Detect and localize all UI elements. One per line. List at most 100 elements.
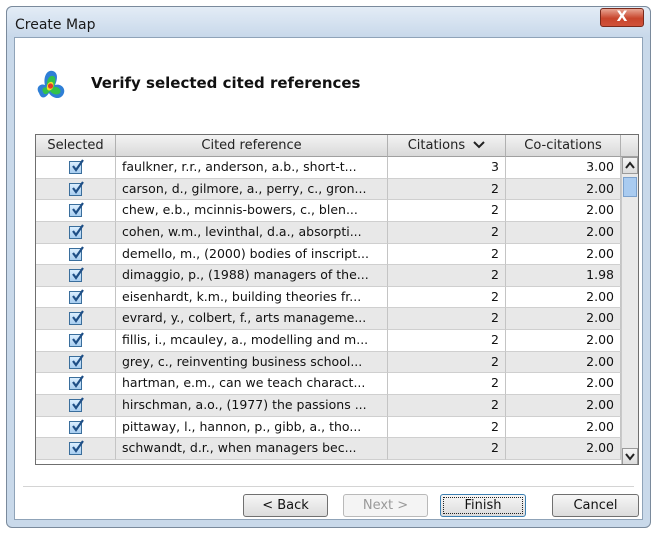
- selected-cell: [36, 286, 116, 309]
- co-citations-cell: 2.00: [506, 286, 621, 309]
- selected-checkbox[interactable]: [69, 159, 84, 174]
- selected-cell: [36, 221, 116, 244]
- selected-cell: [36, 178, 116, 201]
- citations-cell: 2: [388, 373, 506, 396]
- column-header-co-citations[interactable]: Co-citations: [506, 135, 621, 157]
- button-separator: [23, 486, 634, 487]
- table-header: Selected Cited reference Citations Co-ci…: [36, 135, 638, 157]
- column-header-citations-label: Citations: [407, 138, 466, 153]
- citations-cell: 2: [388, 308, 506, 331]
- citations-cell: 2: [388, 438, 506, 460]
- selected-checkbox[interactable]: [69, 224, 84, 239]
- column-header-citations[interactable]: Citations: [388, 135, 506, 157]
- selected-checkbox[interactable]: [69, 181, 84, 196]
- finish-button[interactable]: Finish: [440, 494, 526, 517]
- table-row[interactable]: eisenhardt, k.m., building theories fr..…: [36, 286, 621, 309]
- table-row[interactable]: dimaggio, p., (1988) managers of the... 2…: [36, 265, 621, 287]
- focus-rectangle: [443, 497, 523, 514]
- scroll-down-button[interactable]: [622, 448, 638, 464]
- table-row[interactable]: pittaway, l., hannon, p., gibb, a., tho.…: [36, 416, 621, 439]
- selected-cell: [36, 395, 116, 417]
- table-row[interactable]: chew, e.b., mcinnis-bowers, c., blen... 2…: [36, 200, 621, 222]
- close-button[interactable]: X: [600, 8, 644, 27]
- next-button[interactable]: Next >: [343, 494, 428, 517]
- title-bar[interactable]: Create Map X: [7, 7, 650, 37]
- citations-cell: 2: [388, 286, 506, 309]
- table-row[interactable]: schwandt, d.r., when managers bec... 2 2.0…: [36, 438, 621, 460]
- co-citations-cell: 2.00: [506, 221, 621, 244]
- dialog-body: Verify selected cited references Selecte…: [14, 37, 643, 520]
- back-button[interactable]: < Back: [243, 494, 328, 517]
- selected-checkbox[interactable]: [69, 375, 84, 391]
- table-row[interactable]: evrard, y., colbert, f., arts manageme..…: [36, 308, 621, 331]
- table-row[interactable]: hirschman, a.o., (1977) the passions ...…: [36, 395, 621, 417]
- chevron-up-icon: [625, 161, 635, 169]
- selected-checkbox[interactable]: [69, 310, 84, 326]
- co-citations-cell: 2.00: [506, 395, 621, 417]
- co-citations-cell: 3.00: [506, 157, 621, 179]
- cited-reference-cell: hartman, e.m., can we teach charact...: [116, 373, 388, 396]
- selected-checkbox[interactable]: [69, 245, 84, 261]
- cited-reference-cell: chew, e.b., mcinnis-bowers, c., blen...: [116, 200, 388, 222]
- selected-cell: [36, 330, 116, 352]
- page-heading: Verify selected cited references: [91, 74, 361, 92]
- selected-cell: [36, 157, 116, 179]
- chevron-down-icon: [625, 453, 635, 461]
- cited-reference-cell: grey, c., reinventing business school...: [116, 351, 388, 374]
- co-citations-cell: 2.00: [506, 308, 621, 331]
- citations-cell: 2: [388, 330, 506, 352]
- selected-cell: [36, 308, 116, 331]
- selected-checkbox[interactable]: [69, 202, 84, 218]
- co-citations-cell: 2.00: [506, 351, 621, 374]
- column-header-cited-reference[interactable]: Cited reference: [116, 135, 388, 157]
- vertical-scrollbar[interactable]: [621, 157, 638, 464]
- co-citations-cell: 2.00: [506, 373, 621, 396]
- table-row[interactable]: cohen, w.m., levinthal, d.a., absorpti..…: [36, 221, 621, 244]
- co-citations-cell: 1.98: [506, 265, 621, 287]
- cited-reference-cell: pittaway, l., hannon, p., gibb, a., tho.…: [116, 416, 388, 439]
- citations-cell: 2: [388, 200, 506, 222]
- table-row[interactable]: demello, m., (2000) bodies of inscript..…: [36, 243, 621, 266]
- co-citations-cell: 2.00: [506, 438, 621, 460]
- selected-checkbox[interactable]: [69, 354, 84, 369]
- table-row[interactable]: faulkner, r.r., anderson, a.b., short-t.…: [36, 157, 621, 179]
- selected-cell: [36, 351, 116, 374]
- create-map-dialog: Create Map X Verify selected cited refer…: [6, 6, 651, 528]
- cited-reference-cell: eisenhardt, k.m., building theories fr..…: [116, 286, 388, 309]
- citations-cell: 2: [388, 221, 506, 244]
- table-row[interactable]: fillis, i., mcauley, a., modelling and m…: [36, 330, 621, 352]
- cited-reference-cell: faulkner, r.r., anderson, a.b., short-t.…: [116, 157, 388, 179]
- cited-reference-cell: hirschman, a.o., (1977) the passions ...: [116, 395, 388, 417]
- cancel-button[interactable]: Cancel: [552, 494, 639, 517]
- citations-cell: 2: [388, 395, 506, 417]
- selected-cell: [36, 200, 116, 222]
- selected-checkbox[interactable]: [69, 332, 84, 348]
- selected-checkbox[interactable]: [69, 397, 84, 413]
- column-header-selected[interactable]: Selected: [36, 135, 116, 157]
- selected-cell: [36, 265, 116, 287]
- cited-reference-cell: dimaggio, p., (1988) managers of the...: [116, 265, 388, 287]
- co-citations-cell: 2.00: [506, 416, 621, 439]
- table-body: faulkner, r.r., anderson, a.b., short-t.…: [36, 157, 621, 460]
- cited-reference-cell: fillis, i., mcauley, a., modelling and m…: [116, 330, 388, 352]
- window-title: Create Map: [15, 17, 96, 33]
- selected-checkbox[interactable]: [69, 267, 84, 283]
- table-row[interactable]: hartman, e.m., can we teach charact... 2 2…: [36, 373, 621, 396]
- scroll-thumb[interactable]: [623, 177, 637, 197]
- cited-reference-cell: carson, d., gilmore, a., perry, c., gron…: [116, 178, 388, 201]
- citations-cell: 2: [388, 351, 506, 374]
- citations-cell: 2: [388, 416, 506, 439]
- citations-cell: 2: [388, 243, 506, 266]
- selected-checkbox[interactable]: [69, 440, 84, 456]
- scroll-up-button[interactable]: [622, 157, 638, 174]
- selected-checkbox[interactable]: [69, 419, 84, 434]
- co-citations-cell: 2.00: [506, 330, 621, 352]
- chevron-down-icon: [473, 141, 485, 149]
- table-row[interactable]: carson, d., gilmore, a., perry, c., gron…: [36, 178, 621, 201]
- cluster-map-icon: [37, 70, 65, 99]
- cited-reference-cell: schwandt, d.r., when managers bec...: [116, 438, 388, 460]
- table-row[interactable]: grey, c., reinventing business school...…: [36, 351, 621, 374]
- cited-reference-cell: cohen, w.m., levinthal, d.a., absorpti..…: [116, 221, 388, 244]
- cited-reference-cell: evrard, y., colbert, f., arts manageme..…: [116, 308, 388, 331]
- selected-checkbox[interactable]: [69, 289, 84, 304]
